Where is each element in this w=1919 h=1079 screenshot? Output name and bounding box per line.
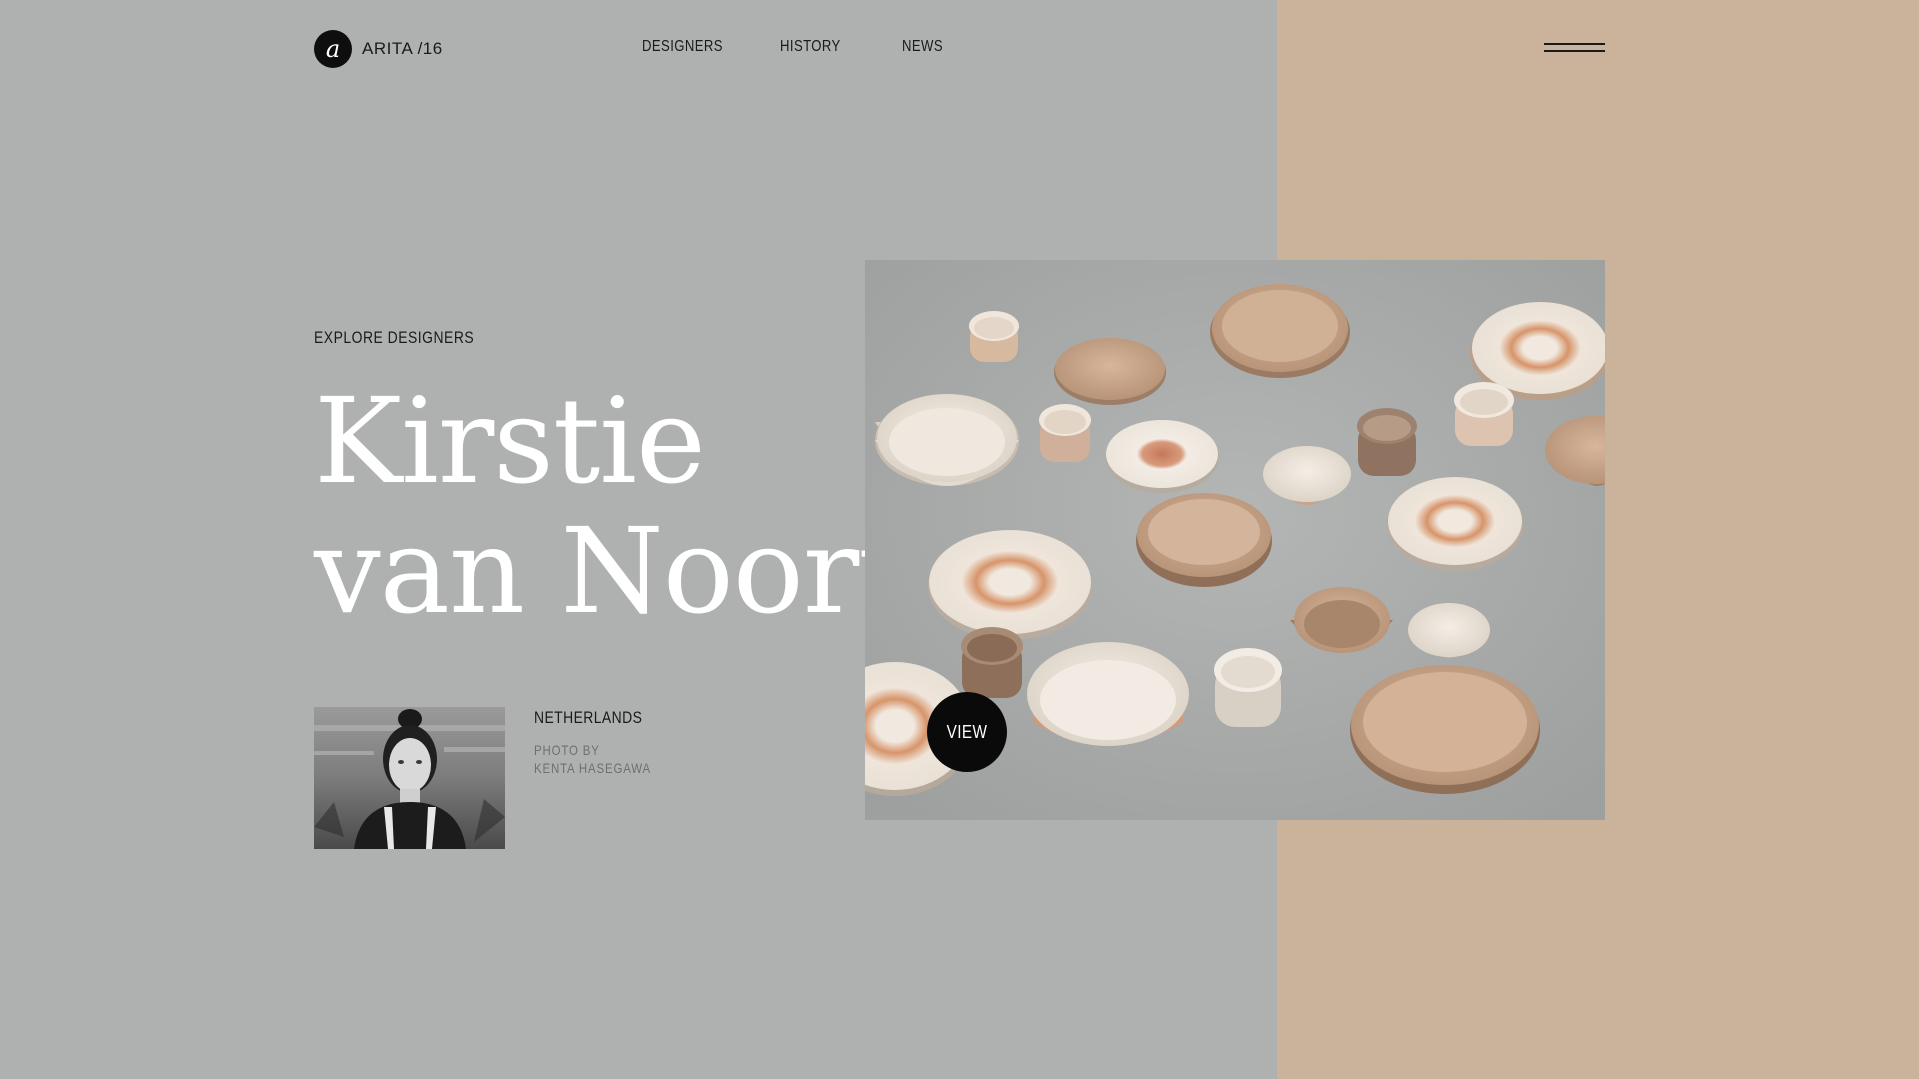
section-eyebrow: EXPLORE DESIGNERS: [314, 328, 475, 347]
portrait-image: [314, 707, 505, 849]
nav-history[interactable]: HISTORY: [780, 38, 841, 56]
designer-name: Kirstie van Noort: [314, 376, 914, 636]
nav-news[interactable]: NEWS: [902, 38, 943, 56]
menu-line: [1544, 50, 1605, 52]
designer-country: NETHERLANDS: [534, 708, 643, 727]
view-button[interactable]: VIEW: [927, 692, 1007, 772]
hamburger-icon[interactable]: [1544, 41, 1605, 55]
view-button-label: VIEW: [946, 721, 988, 742]
menu-line: [1544, 43, 1605, 45]
photo-credit: PHOTO BY KENTA HASEGAWA: [534, 741, 651, 777]
photo-credit-label: PHOTO BY: [534, 742, 600, 758]
designer-portrait: [314, 707, 505, 849]
logo[interactable]: a ARITA /16: [314, 30, 443, 68]
logo-mark-icon: a: [314, 30, 352, 68]
designer-name-line-2: van Noort: [314, 502, 906, 640]
logo-text: ARITA /16: [362, 39, 443, 58]
designer-name-line-1: Kirstie: [314, 372, 706, 510]
photo-credit-name: KENTA HASEGAWA: [534, 760, 651, 776]
nav-designers[interactable]: DESIGNERS: [642, 38, 723, 56]
